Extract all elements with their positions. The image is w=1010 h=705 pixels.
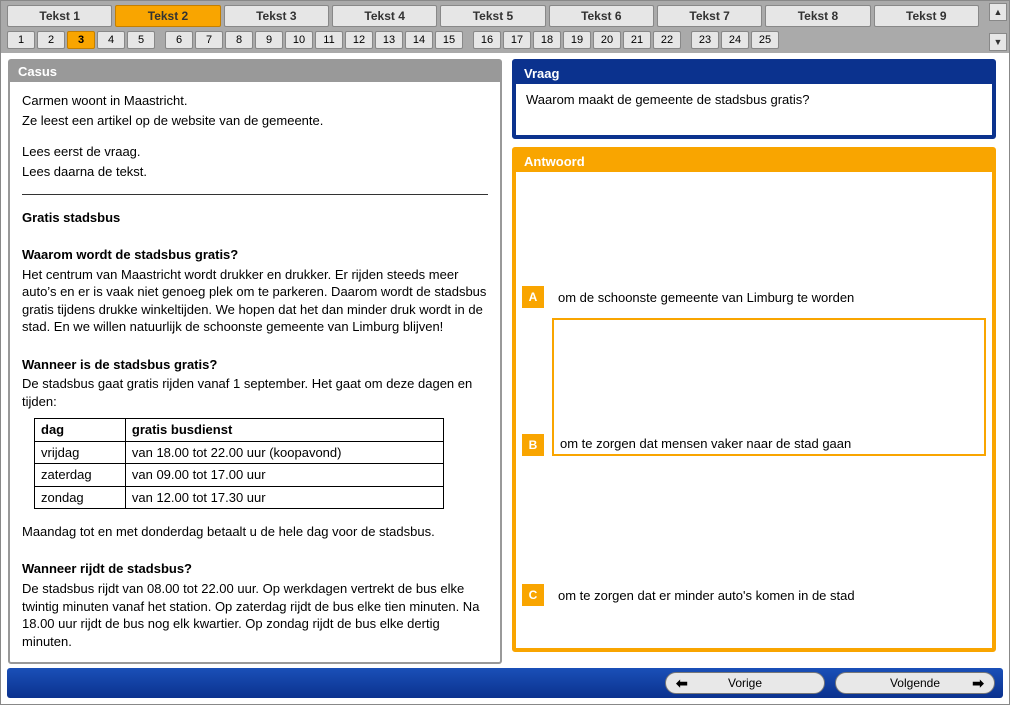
num-tab[interactable]: 24 [721,31,749,49]
num-tab[interactable]: 9 [255,31,283,49]
num-tab[interactable]: 15 [435,31,463,49]
article-heading: Waarom wordt de stadsbus gratis? [22,247,238,262]
answer-option-b[interactable]: B om te zorgen dat mensen vaker naar de … [522,318,986,456]
arrow-right-icon: ➡ [972,675,984,692]
table-cell: van 09.00 tot 17.00 uur [125,464,443,487]
num-tab[interactable]: 6 [165,31,193,49]
answer-option-c[interactable]: C om te zorgen dat er minder auto's kome… [522,584,986,606]
table-cell: zondag [35,486,126,509]
option-text: om te zorgen dat mensen vaker naar de st… [554,433,857,454]
num-tab[interactable]: 5 [127,31,155,49]
article-paragraph: Het centrum van Maastricht wordt drukker… [22,266,488,336]
num-tab[interactable]: 16 [473,31,501,49]
tab-scroll-down-icon[interactable]: ▼ [989,33,1007,51]
num-tab[interactable]: 18 [533,31,561,49]
casus-text: Carmen woont in Maastricht. [22,92,488,110]
casus-panel: Casus Carmen woont in Maastricht. Ze lee… [8,59,502,664]
num-tab[interactable]: 8 [225,31,253,49]
answer-options: A om de schoonste gemeente van Limburg t… [522,180,986,640]
casus-text: Ze leest een artikel op de website van d… [22,112,488,130]
num-tab[interactable]: 23 [691,31,719,49]
text-tab-7[interactable]: Tekst 7 [657,5,762,27]
num-tab[interactable]: 10 [285,31,313,49]
option-letter: A [522,286,544,308]
antwoord-header: Antwoord [516,151,992,172]
table-row: zaterdag van 09.00 tot 17.00 uur [35,464,444,487]
num-tab[interactable]: 13 [375,31,403,49]
num-tab[interactable]: 20 [593,31,621,49]
text-tabs-row: Tekst 1 Tekst 2 Tekst 3 Tekst 4 Tekst 5 … [7,5,1003,27]
arrow-left-icon: ⬅ [676,675,688,692]
num-tab[interactable]: 7 [195,31,223,49]
article-title: Gratis stadsbus [22,210,120,225]
top-navigation: Tekst 1 Tekst 2 Tekst 3 Tekst 4 Tekst 5 … [1,1,1009,53]
num-tab[interactable]: 14 [405,31,433,49]
answer-option-a[interactable]: A om de schoonste gemeente van Limburg t… [522,286,986,308]
num-tab[interactable]: 12 [345,31,373,49]
article-paragraph: Maandag tot en met donderdag betaalt u d… [22,523,488,541]
vraag-text: Waarom maakt de gemeente de stadsbus gra… [526,92,810,107]
text-tab-8[interactable]: Tekst 8 [765,5,870,27]
vraag-panel: Vraag Waarom maakt de gemeente de stadsb… [512,59,996,139]
table-cell: van 12.00 tot 17.30 uur [125,486,443,509]
table-header: gratis busdienst [125,419,443,442]
app-window: Tekst 1 Tekst 2 Tekst 3 Tekst 4 Tekst 5 … [0,0,1010,705]
text-tab-4[interactable]: Tekst 4 [332,5,437,27]
text-tab-1[interactable]: Tekst 1 [7,5,112,27]
text-tab-3[interactable]: Tekst 3 [224,5,329,27]
num-tab[interactable]: 1 [7,31,35,49]
num-tab[interactable]: 2 [37,31,65,49]
table-cell: vrijdag [35,441,126,464]
num-tab[interactable]: 3 [67,31,95,49]
num-tab[interactable]: 22 [653,31,681,49]
text-tab-6[interactable]: Tekst 6 [549,5,654,27]
next-label: Volgende [890,676,940,690]
vraag-header: Vraag [516,63,992,84]
num-tab[interactable]: 19 [563,31,591,49]
article-paragraph: De stadsbus rijdt van 08.00 tot 22.00 uu… [22,580,488,650]
table-cell: zaterdag [35,464,126,487]
next-button[interactable]: Volgende ➡ [835,672,995,694]
num-tab[interactable]: 21 [623,31,651,49]
text-tab-2[interactable]: Tekst 2 [115,5,220,27]
option-letter: B [522,434,544,456]
right-column: Vraag Waarom maakt de gemeente de stadsb… [512,59,996,652]
num-tab[interactable]: 25 [751,31,779,49]
casus-text: Lees eerst de vraag. [22,143,488,161]
casus-body: Carmen woont in Maastricht. Ze leest een… [10,82,500,662]
article-heading: Wanneer is de stadsbus gratis? [22,357,217,372]
bottom-bar: ⬅ Vorige Volgende ➡ [7,668,1003,698]
prev-button[interactable]: ⬅ Vorige [665,672,825,694]
article-heading: Wanneer rijdt de stadsbus? [22,561,192,576]
table-header: dag [35,419,126,442]
divider [22,194,488,195]
article-paragraph: De stadsbus gaat gratis rijden vanaf 1 s… [22,375,488,410]
bus-table: dag gratis busdienst vrijdag van 18.00 t… [34,418,444,509]
number-tabs-row: 1 2 3 4 5 6 7 8 9 10 11 12 13 14 15 16 1… [7,31,1003,49]
text-tab-9[interactable]: Tekst 9 [874,5,979,27]
option-text: om de schoonste gemeente van Limburg te … [552,287,986,308]
left-column: Casus Carmen woont in Maastricht. Ze lee… [8,59,502,652]
option-letter: C [522,584,544,606]
table-row: vrijdag van 18.00 tot 22.00 uur (koopavo… [35,441,444,464]
num-tab[interactable]: 11 [315,31,343,49]
table-row: zondag van 12.00 tot 17.30 uur [35,486,444,509]
casus-text: Lees daarna de tekst. [22,163,488,181]
antwoord-body: A om de schoonste gemeente van Limburg t… [516,172,992,648]
content-area: Casus Carmen woont in Maastricht. Ze lee… [1,53,1009,652]
tab-scroll: ▲ ▼ [989,3,1007,51]
antwoord-panel: Antwoord A om de schoonste gemeente van … [512,147,996,652]
prev-label: Vorige [728,676,762,690]
vraag-body: Waarom maakt de gemeente de stadsbus gra… [516,84,992,135]
casus-header: Casus [10,61,500,82]
num-tab[interactable]: 4 [97,31,125,49]
num-tab[interactable]: 17 [503,31,531,49]
tab-scroll-up-icon[interactable]: ▲ [989,3,1007,21]
table-cell: van 18.00 tot 22.00 uur (koopavond) [125,441,443,464]
option-text: om te zorgen dat er minder auto's komen … [552,585,986,606]
text-tab-5[interactable]: Tekst 5 [440,5,545,27]
